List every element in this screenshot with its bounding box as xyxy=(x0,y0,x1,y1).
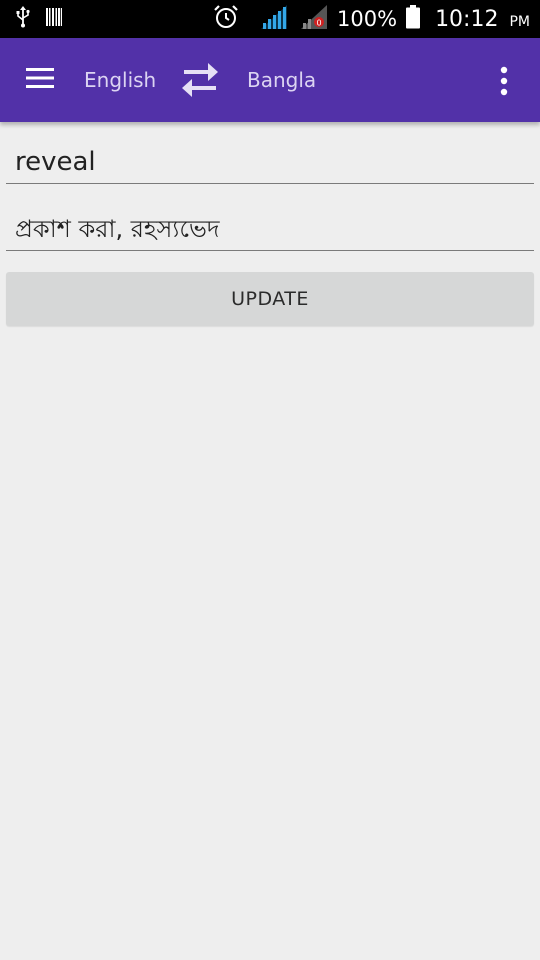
usb-icon xyxy=(16,6,30,32)
status-bar-right: 0 100% 10:12 PM xyxy=(213,4,530,34)
more-vert-icon[interactable] xyxy=(492,62,516,100)
status-bar: 0 100% 10:12 PM xyxy=(0,0,540,38)
update-button[interactable]: UPDATE xyxy=(6,272,534,326)
alarm-icon xyxy=(213,4,239,34)
signal-icon xyxy=(261,5,288,33)
source-text-input[interactable] xyxy=(6,140,534,184)
source-language-selector[interactable]: English xyxy=(84,68,156,92)
battery-icon xyxy=(405,5,421,33)
app-bar: English Bangla xyxy=(0,38,540,122)
status-bar-left xyxy=(16,6,62,32)
hamburger-menu-icon[interactable] xyxy=(24,66,60,94)
svg-text:0: 0 xyxy=(316,19,321,28)
translation-field[interactable]: প্রকাশ করা, রহস্যভেদ xyxy=(6,210,534,251)
target-language-selector[interactable]: Bangla xyxy=(247,68,316,92)
clock-ampm: PM xyxy=(509,14,530,30)
barcode-icon xyxy=(46,8,62,30)
battery-percent: 100% xyxy=(337,7,398,31)
signal-no-sim-icon: 0 xyxy=(301,5,328,33)
swap-arrows-icon[interactable] xyxy=(178,60,222,100)
clock-time: 10:12 xyxy=(435,6,499,32)
